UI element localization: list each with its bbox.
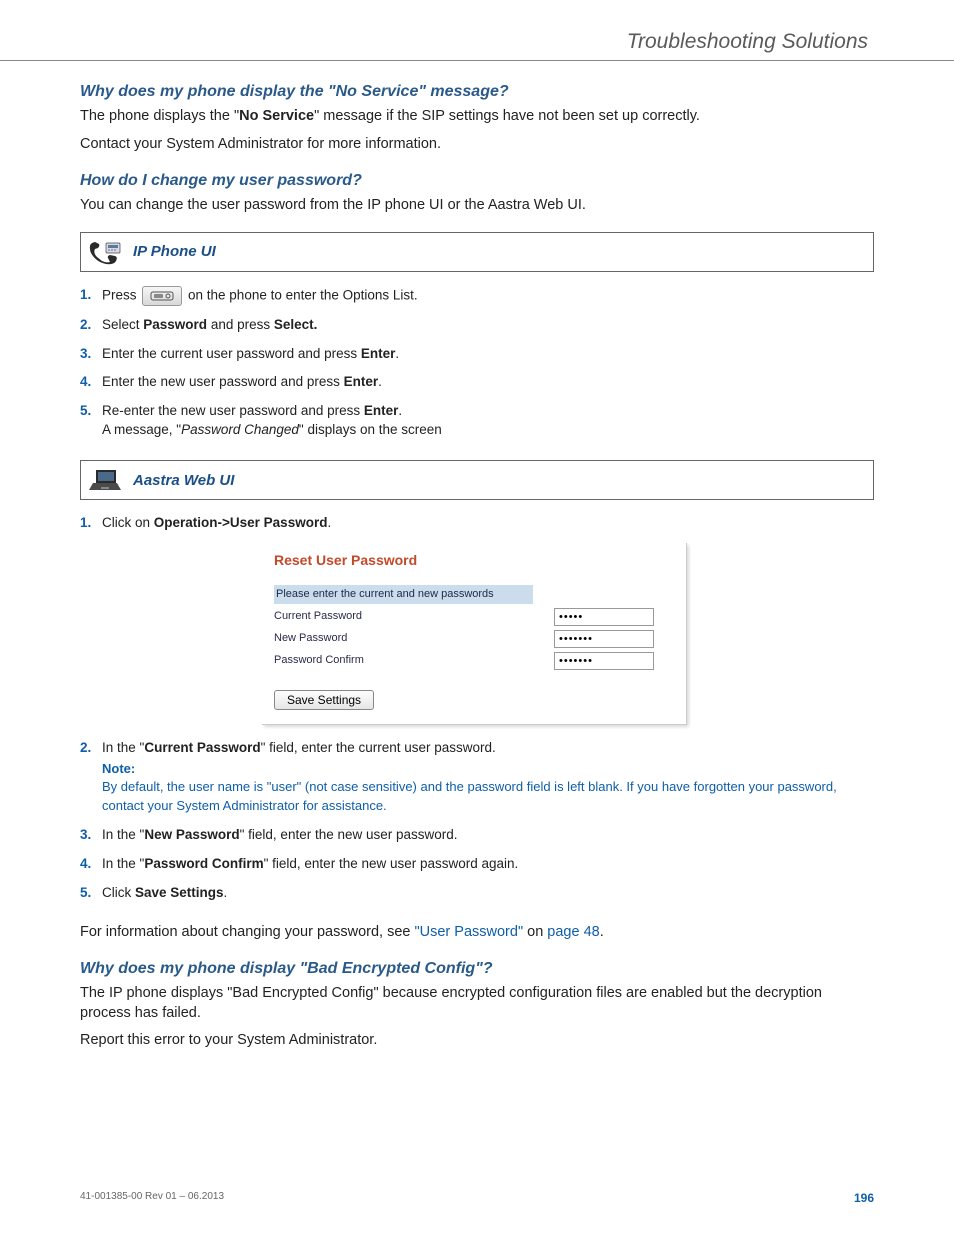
text: Enter the current user password and pres… <box>102 346 361 361</box>
confirm-password-field[interactable] <box>554 652 654 670</box>
confirm-password-label: Password Confirm <box>274 653 554 668</box>
save-settings-button[interactable]: Save Settings <box>274 690 374 710</box>
para-no-service-2: Contact your System Administrator for mo… <box>80 135 874 155</box>
footer-rev: 41-001385-00 Rev 01 – 06.2013 <box>80 1191 224 1205</box>
reset-instruction: Please enter the current and new passwor… <box>274 585 533 604</box>
page-section-title: Troubleshooting Solutions <box>80 30 868 54</box>
text: Press <box>102 287 140 302</box>
text: " field, enter the new user password. <box>240 827 458 842</box>
step: Enter the new user password and press En… <box>80 373 874 392</box>
new-password-row: New Password <box>274 630 674 648</box>
text: . <box>378 374 382 389</box>
text: . <box>398 403 402 418</box>
reset-title: Reset User Password <box>274 551 674 571</box>
step: Select Password and press Select. <box>80 316 874 335</box>
text: For information about changing your pass… <box>80 924 415 940</box>
step: Click on Operation->User Password. Reset… <box>80 514 874 725</box>
text: In the " <box>102 740 144 755</box>
text: " field, enter the new user password aga… <box>264 856 519 871</box>
text: Enter the new user password and press <box>102 374 344 389</box>
aastra-web-ui-label: Aastra Web UI <box>133 472 234 489</box>
text: Click on <box>102 515 154 530</box>
new-password-field[interactable] <box>554 630 654 648</box>
text: A message, " <box>102 422 181 437</box>
link-user-password[interactable]: "User Password" <box>415 924 524 940</box>
bold: Select. <box>274 317 318 332</box>
text: In the " <box>102 827 144 842</box>
bold: Current Password <box>144 740 260 755</box>
bold: Enter <box>344 374 379 389</box>
step: In the "New Password" field, enter the n… <box>80 826 874 845</box>
header-rule <box>0 60 954 61</box>
bold: Password <box>143 317 207 332</box>
text: Select <box>102 317 143 332</box>
note-label: Note: <box>102 760 874 778</box>
new-password-label: New Password <box>274 631 554 646</box>
text: on the phone to enter the Options List. <box>184 287 417 302</box>
laptop-icon <box>87 466 123 494</box>
bold: Save Settings <box>135 885 224 900</box>
step: In the "Current Password" field, enter t… <box>80 739 874 816</box>
link-page-48[interactable]: page 48 <box>547 924 599 940</box>
reset-password-panel: Reset User Password Please enter the cur… <box>262 543 687 725</box>
bold: Password Confirm <box>144 856 263 871</box>
web-ui-steps: Click on Operation->User Password. Reset… <box>80 514 874 902</box>
page-footer: 41-001385-00 Rev 01 – 06.2013 196 <box>80 1191 874 1205</box>
heading-no-service: Why does my phone display the "No Servic… <box>80 83 874 101</box>
heading-bad-encrypted-config: Why does my phone display "Bad Encrypted… <box>80 960 874 978</box>
text: " displays on the screen <box>299 422 442 437</box>
step: Click Save Settings. <box>80 884 874 903</box>
bold: Enter <box>364 403 399 418</box>
step: Press on the phone to enter the Options … <box>80 286 874 306</box>
footer-page-number: 196 <box>854 1191 874 1205</box>
para-bad-config-2: Report this error to your System Adminis… <box>80 1031 874 1051</box>
text: and press <box>207 317 274 332</box>
text: Click <box>102 885 135 900</box>
text: " field, enter the current user password… <box>261 740 496 755</box>
text: . <box>224 885 228 900</box>
text: The phone displays the " <box>80 108 239 124</box>
current-password-field[interactable] <box>554 608 654 626</box>
text: Re-enter the new user password and press <box>102 403 364 418</box>
current-password-row: Current Password <box>274 608 674 626</box>
bold-no-service: No Service <box>239 108 314 124</box>
bold: Operation->User Password <box>154 515 328 530</box>
aastra-web-ui-box: Aastra Web UI <box>80 460 874 500</box>
ip-phone-ui-box: IP Phone UI <box>80 232 874 272</box>
para-bad-config-1: The IP phone displays "Bad Encrypted Con… <box>80 984 874 1023</box>
xref-para: For information about changing your pass… <box>80 923 874 943</box>
options-key-icon <box>142 286 182 306</box>
text: . <box>327 515 331 530</box>
note-text: By default, the user name is "user" (not… <box>102 779 837 813</box>
ip-phone-steps: Press on the phone to enter the Options … <box>80 286 874 440</box>
text: In the " <box>102 856 144 871</box>
bold: Enter <box>361 346 396 361</box>
text: . <box>600 924 604 940</box>
heading-change-password: How do I change my user password? <box>80 172 874 190</box>
bold: New Password <box>144 827 239 842</box>
para-no-service-1: The phone displays the "No Service" mess… <box>80 107 874 127</box>
current-password-label: Current Password <box>274 609 554 624</box>
para-change-password: You can change the user password from th… <box>80 196 874 216</box>
text: " message if the SIP settings have not b… <box>314 108 700 124</box>
text: . <box>395 346 399 361</box>
italic: Password Changed <box>181 422 299 437</box>
step: In the "Password Confirm" field, enter t… <box>80 855 874 874</box>
confirm-password-row: Password Confirm <box>274 652 674 670</box>
phone-icon <box>87 238 123 266</box>
ip-phone-ui-label: IP Phone UI <box>133 243 216 260</box>
step: Re-enter the new user password and press… <box>80 402 874 440</box>
step: Enter the current user password and pres… <box>80 345 874 364</box>
text: on <box>523 924 547 940</box>
